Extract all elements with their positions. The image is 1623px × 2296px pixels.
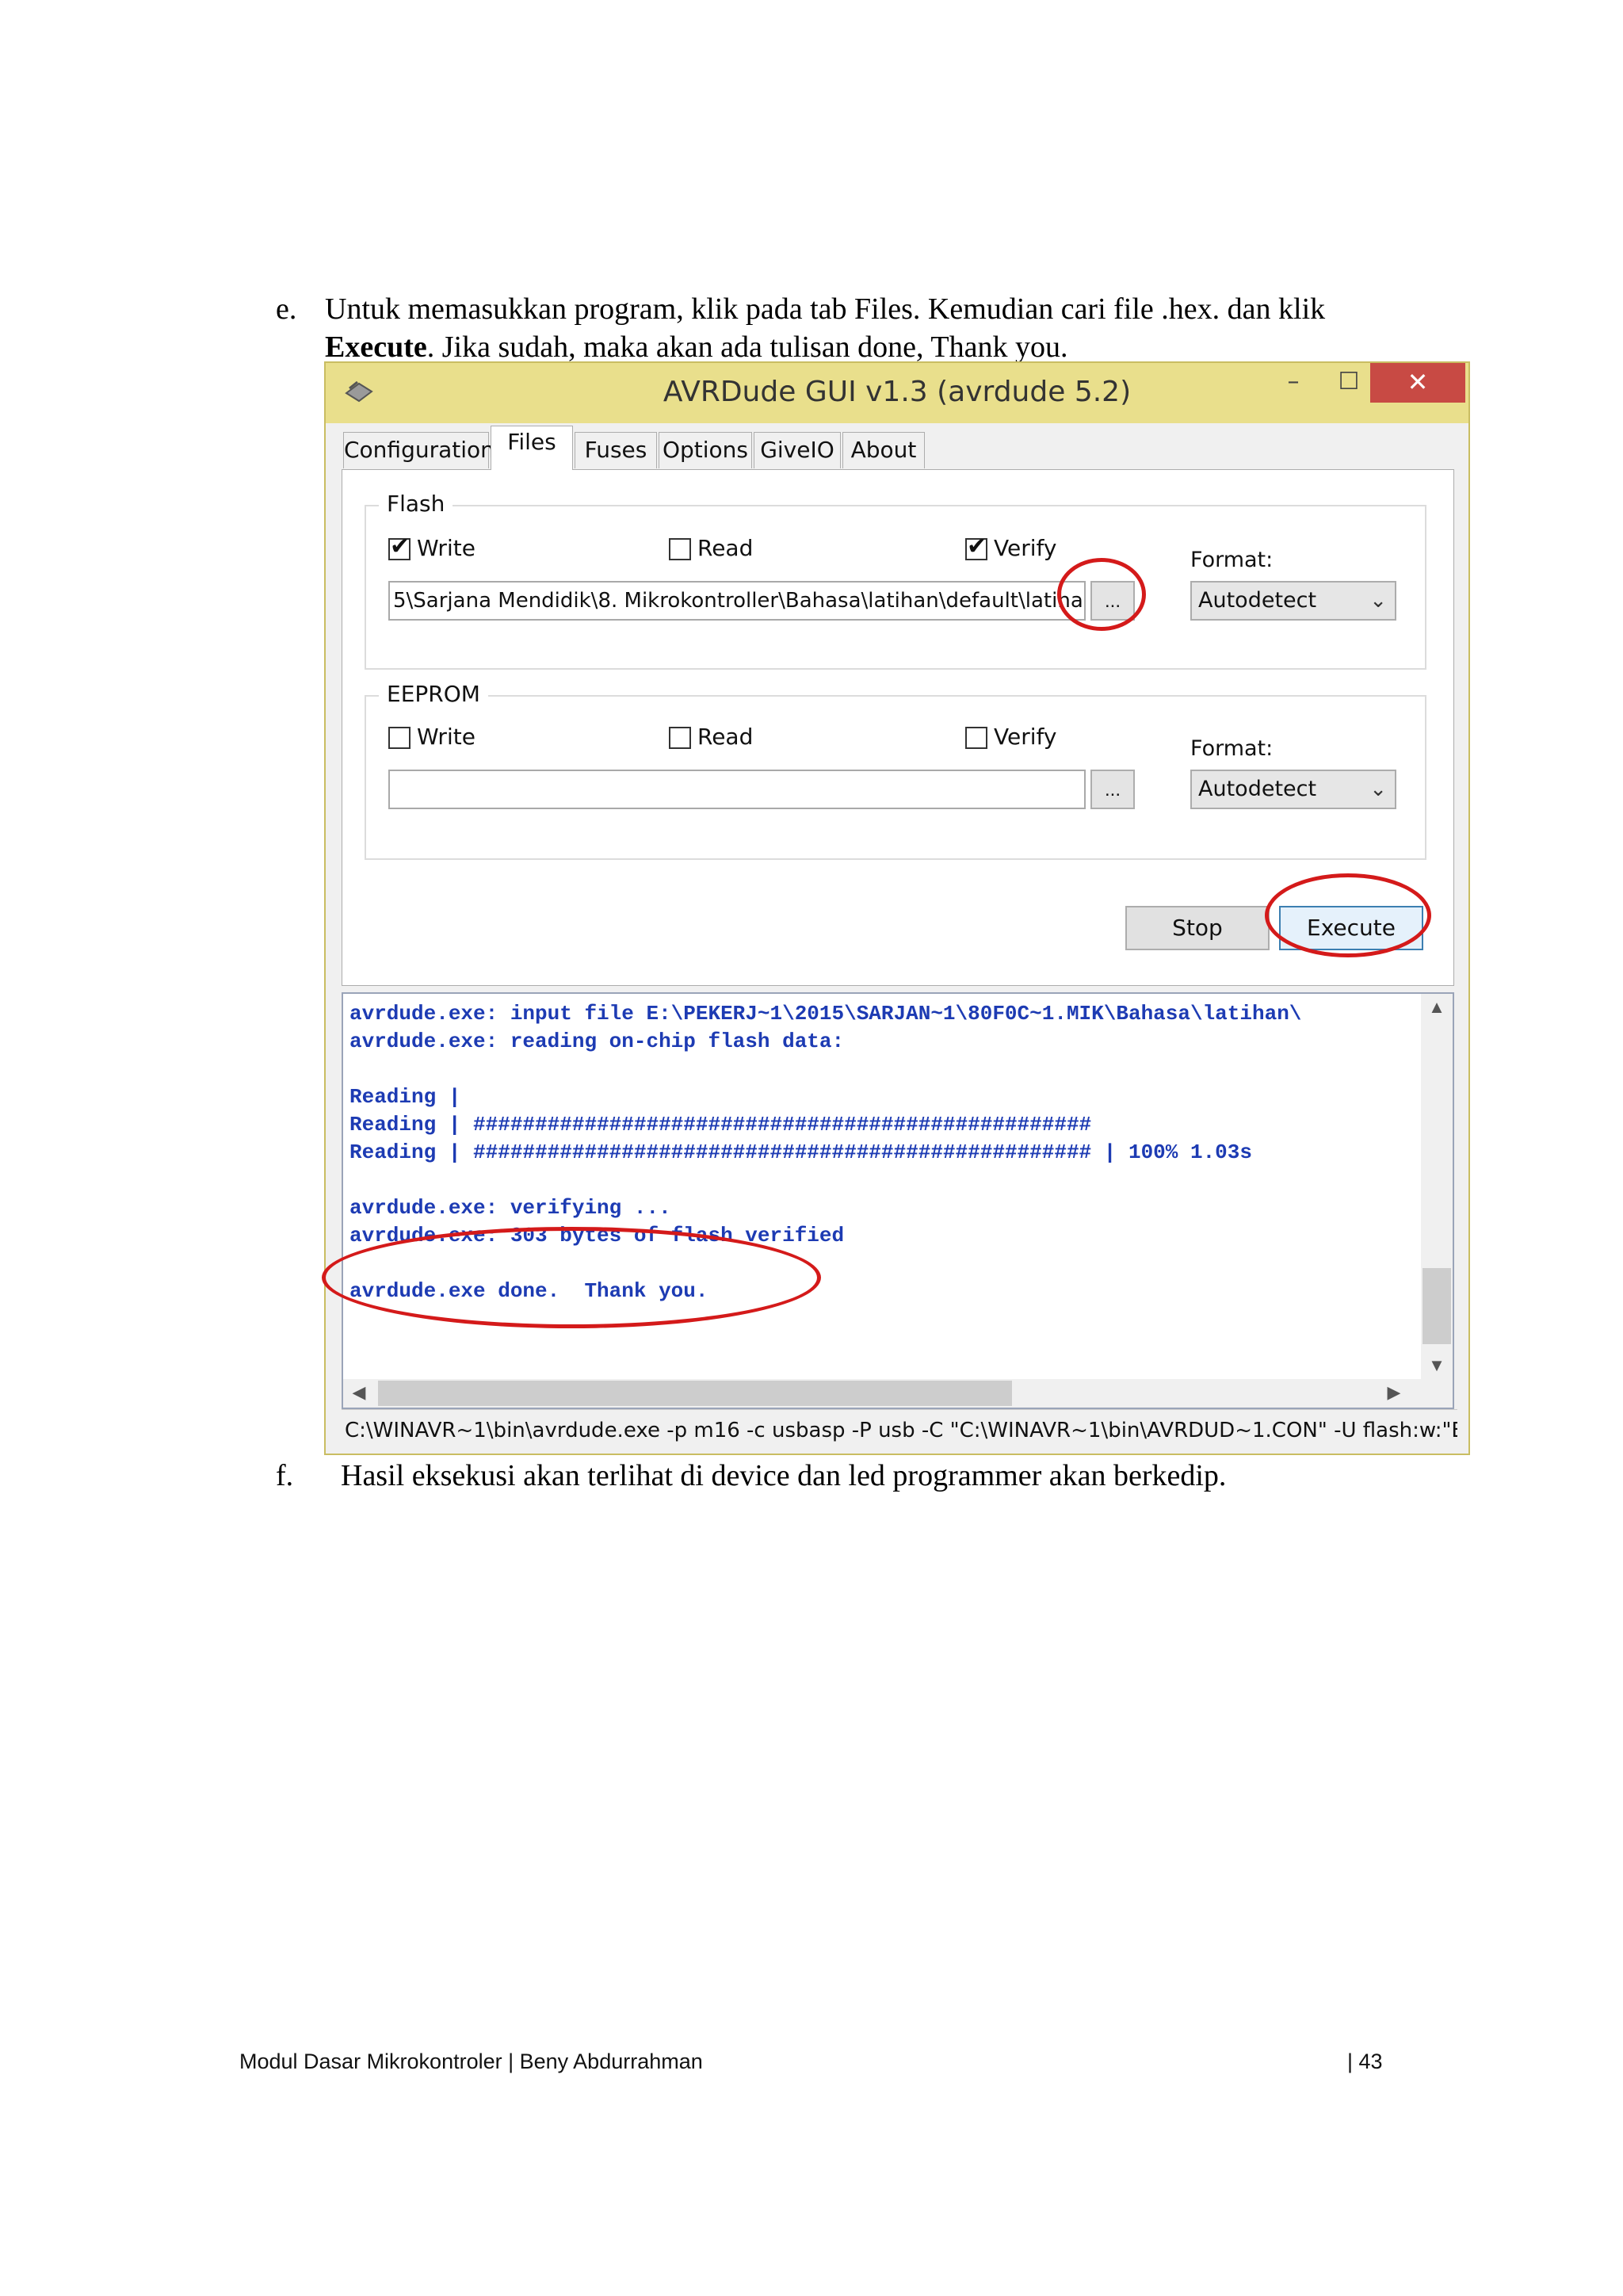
maximize-button[interactable]: ☐ (1321, 363, 1377, 403)
log-line: Reading | (349, 1085, 461, 1109)
eeprom-group: EEPROM Write Read Verify Format: ... Aut… (365, 681, 1426, 860)
list-marker-e: e. (276, 292, 297, 326)
log-line: avrdude.exe: verifying ... (349, 1196, 671, 1220)
flash-format-value: Autodetect (1198, 588, 1317, 613)
log-line: Reading | ##############################… (349, 1113, 1092, 1137)
eeprom-file-input[interactable] (388, 770, 1086, 809)
log-line: avrdude.exe done. Thank you. (349, 1279, 708, 1303)
eeprom-group-title: EEPROM (379, 681, 488, 707)
instruction-f-text: Hasil eksekusi akan terlihat di device d… (341, 1459, 1227, 1492)
flash-file-input[interactable]: 5\Sarjana Mendidik\8. Mikrokontroller\Ba… (388, 581, 1086, 621)
minimize-button[interactable]: – (1266, 363, 1321, 403)
tab-giveio[interactable]: GiveIO (754, 432, 841, 468)
tab-about[interactable]: About (842, 432, 925, 468)
flash-group: Flash ✔ Write Read ✔ Verify Format: 5\Sa… (365, 491, 1426, 670)
execute-keyword: Execute (325, 330, 427, 364)
flash-verify-checkbox[interactable]: ✔ (965, 533, 987, 560)
instruction-e-text-2: . Jika sudah, maka akan ada tulisan done… (426, 330, 1068, 364)
flash-format-label: Format: (1190, 548, 1274, 572)
instruction-e-text-1: Untuk memasukkan program, klik pada tab … (325, 292, 1326, 326)
log-line: avrdude.exe: 303 bytes of flash verified (349, 1224, 845, 1247)
files-tab-panel: Flash ✔ Write Read ✔ Verify Format: 5\Sa… (342, 469, 1454, 986)
chevron-down-icon: ⌄ (1369, 589, 1387, 613)
output-log[interactable]: avrdude.exe: input file E:\PEKERJ~1\2015… (342, 992, 1454, 1409)
flash-write-checkbox[interactable]: ✔ (388, 533, 411, 560)
log-line: Reading | ##############################… (349, 1140, 1252, 1164)
flash-verify-label: Verify (994, 535, 1057, 561)
eeprom-format-select[interactable]: Autodetect ⌄ (1190, 770, 1396, 809)
flash-group-title: Flash (379, 491, 453, 517)
eeprom-read-checkbox[interactable] (669, 727, 691, 749)
flash-format-select[interactable]: Autodetect ⌄ (1190, 581, 1396, 621)
eeprom-write-checkbox[interactable] (388, 727, 411, 749)
scroll-down-icon[interactable]: ▼ (1421, 1355, 1453, 1376)
horizontal-scrollbar[interactable]: ◀ ▶ (343, 1379, 1453, 1408)
tab-configuration[interactable]: Configuration (343, 432, 495, 468)
log-text: avrdude.exe: input file E:\PEKERJ~1\2015… (349, 1000, 1403, 1381)
stop-button[interactable]: Stop (1125, 906, 1270, 950)
avrdude-window: AVRDude GUI v1.3 (avrdude 5.2) – ☐ ✕ Con… (324, 361, 1470, 1455)
scroll-right-icon[interactable]: ▶ (1378, 1382, 1410, 1403)
flash-read-checkbox[interactable] (669, 538, 691, 560)
flash-write-label: Write (417, 535, 475, 561)
checkmark-icon: ✔ (390, 533, 411, 560)
eeprom-read-label: Read (697, 724, 754, 750)
tab-fuses[interactable]: Fuses (575, 432, 657, 468)
scroll-up-icon[interactable]: ▲ (1421, 997, 1453, 1018)
log-line: avrdude.exe: reading on-chip flash data: (349, 1030, 845, 1053)
log-line: avrdude.exe: input file E:\PEKERJ~1\2015… (349, 1002, 1302, 1026)
chevron-down-icon: ⌄ (1369, 777, 1387, 801)
flash-read-label: Read (697, 535, 754, 561)
list-marker-f: f. (276, 1459, 294, 1492)
instruction-e-text: Untuk memasukkan program, klik pada tab … (325, 290, 1434, 366)
eeprom-verify-label: Verify (994, 724, 1057, 750)
vertical-scroll-thumb[interactable] (1423, 1268, 1451, 1344)
checkmark-icon: ✔ (967, 533, 987, 560)
tab-files[interactable]: Files (491, 426, 573, 470)
tab-options[interactable]: Options (659, 432, 752, 468)
eeprom-verify-checkbox[interactable] (965, 727, 987, 749)
page-number: | 43 (1347, 2050, 1383, 2073)
eeprom-write-label: Write (417, 724, 475, 750)
eeprom-format-value: Autodetect (1198, 777, 1317, 801)
execute-button[interactable]: Execute (1279, 906, 1423, 950)
command-line-status: C:\WINAVR~1\bin\avrdude.exe -p m16 -c us… (342, 1409, 1457, 1451)
title-bar[interactable]: AVRDude GUI v1.3 (avrdude 5.2) – ☐ ✕ (326, 363, 1468, 423)
close-button[interactable]: ✕ (1370, 363, 1465, 403)
flash-browse-button[interactable]: ... (1090, 581, 1135, 621)
eeprom-browse-button[interactable]: ... (1090, 770, 1135, 809)
vertical-scrollbar[interactable]: ▲ ▼ (1421, 994, 1453, 1379)
horizontal-scroll-thumb[interactable] (378, 1381, 1012, 1406)
scroll-left-icon[interactable]: ◀ (343, 1382, 375, 1403)
footer-title: Modul Dasar Mikrokontroler | Beny Abdurr… (239, 2050, 703, 2073)
eeprom-format-label: Format: (1190, 736, 1274, 761)
